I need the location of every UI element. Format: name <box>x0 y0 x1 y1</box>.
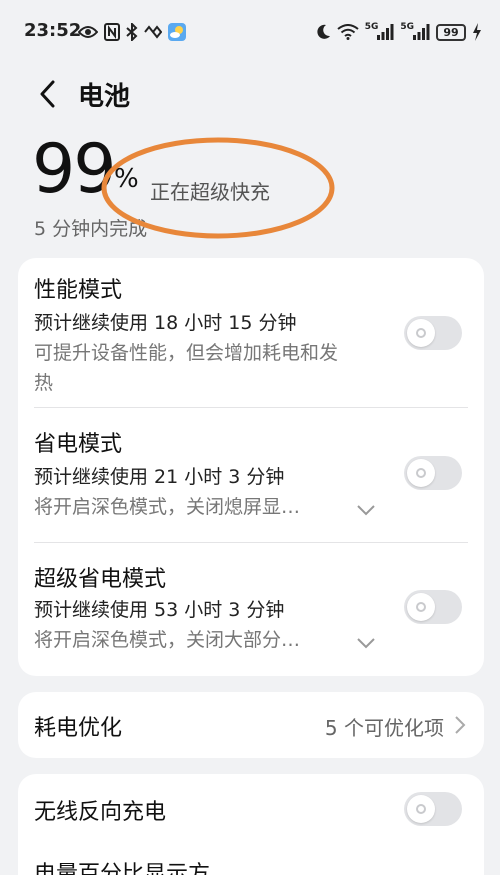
battery-icon: 99 <box>436 23 466 41</box>
mode-description: 将开启深色模式，关闭熄屏显… <box>34 496 301 518</box>
mode-description: 可提升设备性能，但会增加耗电和发热 <box>34 342 339 394</box>
bluetooth-icon <box>126 22 138 42</box>
mode-estimate: 预计继续使用 53 小时 3 分钟 <box>34 599 285 621</box>
power-saving-mode-toggle[interactable] <box>404 456 462 490</box>
wireless-charging-card: 无线反向充电 电量百分比显示方 <box>18 774 484 875</box>
chevron-down-icon[interactable] <box>356 503 376 517</box>
wifi-icon <box>337 22 359 42</box>
chevron-left-icon <box>40 80 55 108</box>
chevron-down-icon[interactable] <box>356 636 376 650</box>
toggle-knob <box>407 459 435 487</box>
eye-icon <box>78 22 98 42</box>
battery-settings-screen: 23:52 5G 5G 99 电池 99 % 正在超级快充 5 分钟内完成 性能… <box>0 0 500 875</box>
mode-title: 性能模式 <box>34 278 123 303</box>
page-header: 电池 <box>0 66 500 122</box>
mode-estimate: 预计继续使用 18 小时 15 分钟 <box>34 312 297 334</box>
vibrate-icon <box>144 22 162 42</box>
optimization-title: 耗电优化 <box>34 716 123 741</box>
status-bar: 23:52 5G 5G 99 <box>0 0 500 64</box>
page-title: 电池 <box>78 82 131 112</box>
optimization-count: 5 个可优化项 <box>324 716 444 740</box>
status-right-icons: 5G 5G 99 <box>315 22 482 42</box>
signal-label: 5G <box>364 22 379 32</box>
chevron-right-icon <box>455 716 466 734</box>
power-modes-card: 性能模式 预计继续使用 18 小时 15 分钟 可提升设备性能，但会增加耗电和发… <box>18 258 484 676</box>
signal-label: 5G <box>400 22 414 32</box>
super-power-saving-mode-item[interactable]: 超级省电模式 预计继续使用 53 小时 3 分钟 将开启深色模式，关闭大部分… <box>18 543 484 676</box>
toggle-knob <box>407 593 435 621</box>
wireless-reverse-charging-label: 无线反向充电 <box>34 800 167 825</box>
charge-eta: 5 分钟内完成 <box>34 218 148 240</box>
signal-5g-icon: 5G <box>400 22 430 42</box>
battery-level-text: 99 <box>443 25 459 39</box>
mode-title: 超级省电模式 <box>34 567 167 592</box>
charging-bolt-icon <box>472 22 482 42</box>
mode-estimate: 预计继续使用 21 小时 3 分钟 <box>34 466 285 488</box>
status-left-icons <box>78 22 186 42</box>
mode-description: 将开启深色模式，关闭大部分… <box>34 629 301 651</box>
super-power-saving-mode-toggle[interactable] <box>404 590 462 624</box>
percentage-display-label[interactable]: 电量百分比显示方 <box>34 856 210 875</box>
charging-status: 正在超级快充 <box>150 180 270 204</box>
performance-mode-toggle[interactable] <box>404 316 462 350</box>
nfc-icon <box>104 22 120 42</box>
toggle-knob <box>407 319 435 347</box>
signal-5g-icon: 5G <box>365 22 395 42</box>
back-button[interactable] <box>30 78 64 110</box>
status-time: 23:52 <box>24 20 82 41</box>
toggle-knob <box>407 795 435 823</box>
wireless-reverse-charging-toggle[interactable] <box>404 792 462 826</box>
mode-title: 省电模式 <box>34 432 123 457</box>
weather-app-icon <box>168 22 186 42</box>
battery-percentage: 99 <box>32 130 117 209</box>
performance-mode-item[interactable]: 性能模式 预计继续使用 18 小时 15 分钟 可提升设备性能，但会增加耗电和发… <box>18 258 484 408</box>
power-optimization-row[interactable]: 耗电优化 5 个可优化项 <box>18 692 484 758</box>
percent-sign: % <box>114 164 139 194</box>
power-saving-mode-item[interactable]: 省电模式 预计继续使用 21 小时 3 分钟 将开启深色模式，关闭熄屏显… <box>18 408 484 542</box>
moon-icon <box>315 22 331 42</box>
